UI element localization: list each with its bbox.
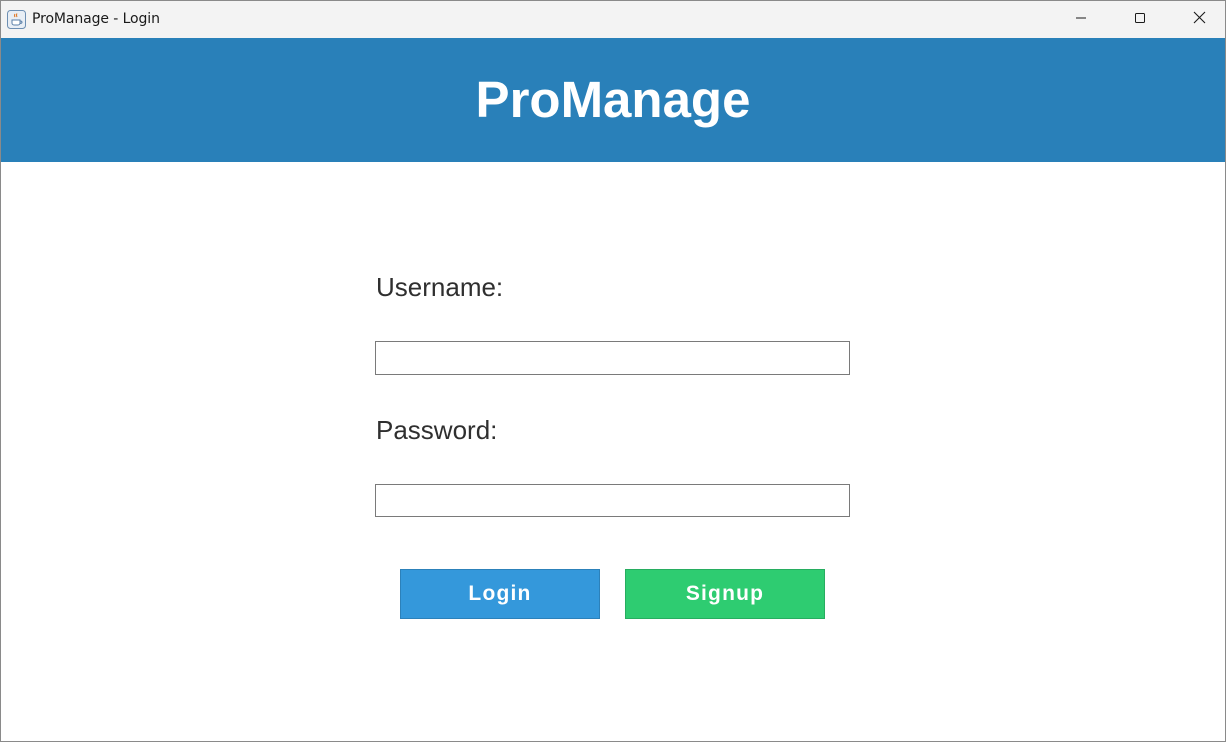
- password-label: Password:: [376, 415, 498, 445]
- username-input[interactable]: [375, 341, 850, 375]
- window-title: ProManage - Login: [32, 11, 160, 27]
- login-button[interactable]: Login: [400, 569, 600, 619]
- signup-button[interactable]: Signup: [625, 569, 825, 619]
- maximize-button[interactable]: [1111, 1, 1169, 38]
- close-button[interactable]: [1170, 1, 1225, 38]
- java-coffee-cup-icon: [7, 10, 26, 29]
- header-banner: ProManage: [1, 38, 1225, 162]
- minimize-icon: [1075, 11, 1087, 29]
- username-label: Username:: [376, 272, 504, 302]
- close-icon: [1193, 11, 1206, 29]
- login-window: ProManage - Login ProManage Username: Pa…: [0, 0, 1226, 742]
- minimize-button[interactable]: [1052, 1, 1110, 38]
- app-title: ProManage: [475, 71, 751, 128]
- title-bar[interactable]: ProManage - Login: [1, 1, 1225, 38]
- password-input[interactable]: [375, 484, 850, 517]
- maximize-icon: [1134, 11, 1146, 29]
